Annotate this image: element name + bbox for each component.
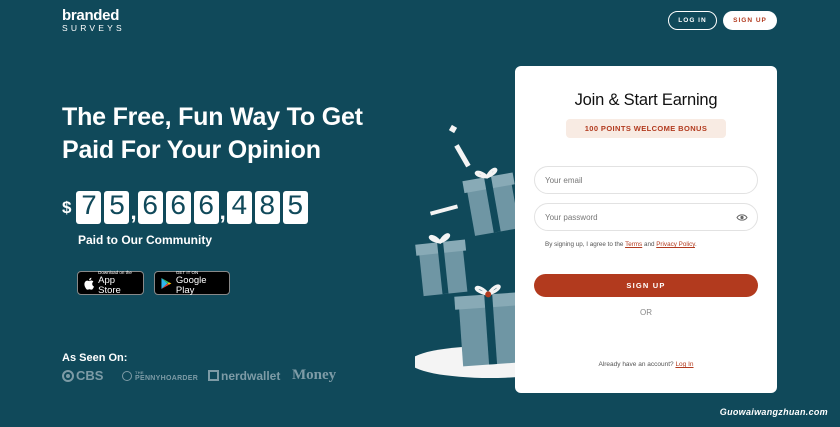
- nerdwallet-logo: nerdwallet: [208, 369, 292, 383]
- email-input[interactable]: [545, 175, 747, 185]
- penny-coin-icon: [122, 370, 132, 381]
- terms-link[interactable]: Terms: [625, 241, 642, 248]
- email-field[interactable]: [534, 166, 758, 194]
- money-logo: Money: [292, 367, 337, 383]
- google-play-label: Google Play: [175, 275, 207, 296]
- cbs-logo-text: CBS: [76, 368, 104, 383]
- penny-hoarder-text: PENNYHOARDER: [135, 374, 199, 382]
- apple-icon: [84, 277, 95, 290]
- counter-digit: 6: [193, 191, 219, 224]
- hero-title: The Free, Fun Way To Get Paid For Your O…: [62, 103, 363, 164]
- or-divider: OR: [640, 308, 652, 317]
- welcome-bonus-badge: 100 POINTS WELCOME BONUS: [566, 119, 726, 138]
- terms-prefix: By signing up, I agree to the: [545, 241, 626, 248]
- counter-digit: 5: [282, 191, 308, 224]
- show-password-icon[interactable]: [736, 213, 748, 222]
- signup-submit-button[interactable]: SIGN UP: [534, 274, 758, 297]
- app-store-badge[interactable]: Download on the App Store: [77, 270, 144, 296]
- payout-counter: $ 7 5 , 6 6 6 , 4 8 5: [62, 190, 311, 224]
- watermark: Guowaiwangzhuan.com: [719, 407, 828, 417]
- login-link[interactable]: Log In: [675, 361, 693, 368]
- privacy-policy-link[interactable]: Privacy Policy: [656, 241, 695, 248]
- signup-card: Join & Start Earning 100 POINTS WELCOME …: [515, 66, 777, 393]
- app-store-label: App Store: [98, 275, 121, 296]
- penny-hoarder-logo: THE PENNYHOARDER: [122, 370, 208, 382]
- header-signup-button[interactable]: SIGN UP: [723, 11, 777, 30]
- cbs-eye-icon: [62, 369, 74, 382]
- counter-digit: 6: [137, 191, 163, 224]
- terms-suffix: .: [694, 241, 697, 248]
- counter-digit: 4: [226, 191, 252, 224]
- google-play-badge[interactable]: GET IT ON Google Play: [154, 270, 230, 296]
- brand-logo[interactable]: branded SURVEYS: [62, 8, 125, 33]
- nerdwallet-mark-icon: [208, 369, 219, 381]
- terms-and: and: [642, 241, 657, 248]
- google-play-icon: [161, 277, 172, 289]
- header-login-button[interactable]: LOG IN: [668, 11, 717, 30]
- signup-title: Join & Start Earning: [574, 91, 718, 109]
- paid-label: Paid to Our Community: [78, 233, 213, 247]
- press-logos: CBS THE PENNYHOARDER nerdwallet Money: [62, 367, 336, 384]
- cbs-logo: CBS: [62, 368, 122, 383]
- gift-boxes-illustration: [415, 124, 525, 378]
- existing-account-text: Already have an account?: [598, 361, 676, 368]
- currency-symbol: $: [62, 198, 72, 217]
- existing-account-notice: Already have an account? Log In: [515, 361, 777, 368]
- password-input[interactable]: [545, 212, 747, 222]
- as-seen-on-label: As Seen On:: [62, 352, 128, 364]
- password-field[interactable]: [534, 203, 758, 231]
- terms-notice: By signing up, I agree to the Terms and …: [545, 241, 697, 248]
- counter-digit: 7: [76, 191, 102, 224]
- counter-separator: ,: [219, 199, 226, 224]
- logo-line-2: SURVEYS: [62, 23, 125, 33]
- counter-digit: 6: [165, 191, 191, 224]
- counter-digit: 8: [254, 191, 280, 224]
- logo-line-1: branded: [62, 7, 120, 24]
- nerdwallet-text: nerdwallet: [221, 368, 281, 383]
- counter-separator: ,: [130, 199, 137, 224]
- counter-digit: 5: [104, 191, 130, 224]
